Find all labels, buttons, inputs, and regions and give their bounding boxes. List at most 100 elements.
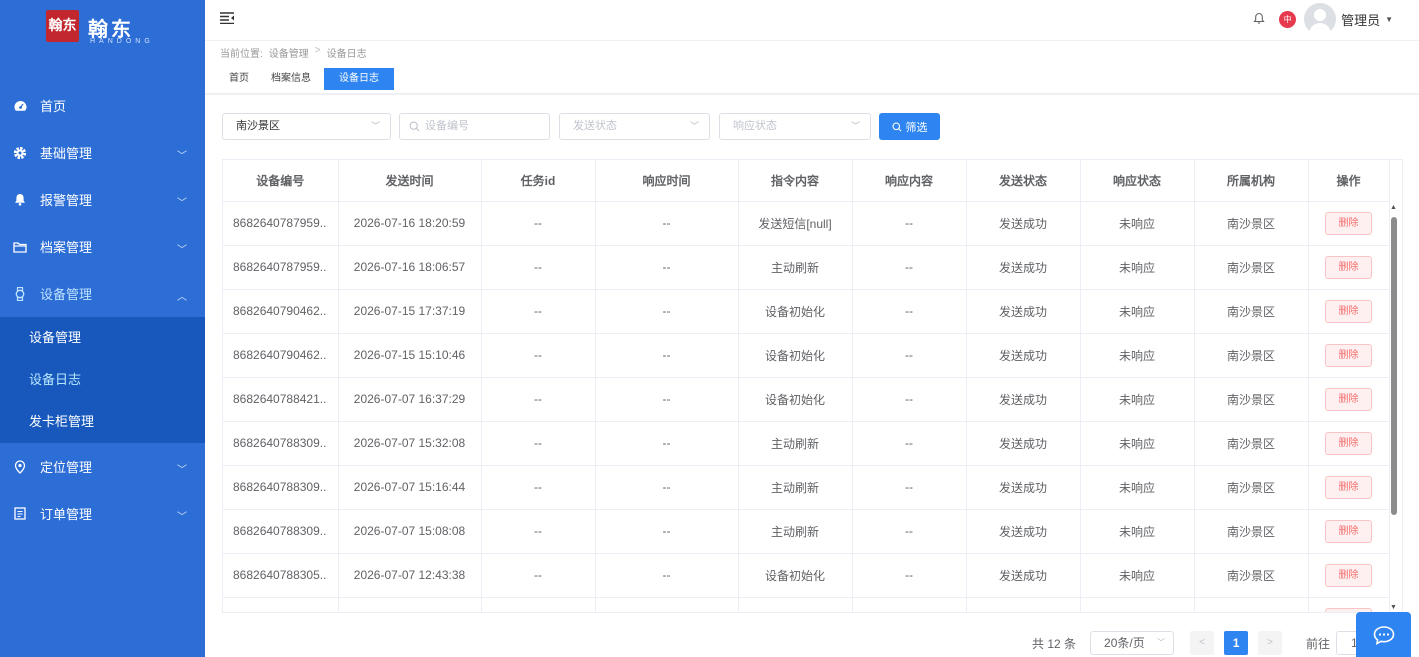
table-cell: -- [595,509,739,554]
brand-logo[interactable]: 翰东 翰东 HANDONG [46,10,156,50]
chat-support-button[interactable] [1356,612,1411,657]
chevron-down-icon: ﹀ [177,465,187,476]
table-cell: 南沙景区 [1194,333,1309,378]
table-cell: 发送成功 [966,509,1081,554]
delete-button[interactable]: 删除 [1325,343,1372,367]
folder-icon [13,240,27,254]
table-cell: -- [595,333,739,378]
column-header: 发送状态 [966,160,1081,202]
notification-bell-icon[interactable] [1253,12,1267,26]
page-number-button[interactable]: 1 [1224,631,1249,655]
delete-button[interactable]: 删除 [1325,211,1372,235]
column-header: 设备编号 [223,160,339,202]
delete-button[interactable]: 删除 [1325,387,1372,411]
sidebar-item-alarm[interactable]: 报警管理 ﹀ [0,176,205,223]
table-cell: 南沙景区 [1194,421,1309,466]
order-icon [13,507,27,521]
scroll-down-icon[interactable]: ▼ [1390,604,1397,611]
response-status-placeholder: 响应状态 [733,120,777,132]
sidebar-subitem-device-log[interactable]: 设备日志 [0,359,205,401]
table-cell: 2026-07-07 16:37:29 [338,377,482,422]
device-id-input[interactable]: 设备编号 [399,113,550,140]
scroll-up-icon[interactable]: ▲ [1390,204,1397,211]
pagination: 共 12 条 20条/页 ﹀ < 1 > 前往 1 [1032,631,1377,655]
send-status-select[interactable]: 发送状态 ﹀ [559,113,710,140]
column-header: 任务id [481,160,596,202]
table-cell: 8682640788421.. [223,377,339,422]
chat-bubble-icon [1373,625,1394,645]
user-name[interactable]: 管理员 [1341,10,1380,29]
sidebar-item-label: 定位管理 [40,460,93,475]
sidebar-item-label: 基础管理 [40,146,93,161]
delete-button[interactable]: 删除 [1325,431,1372,455]
response-status-select[interactable]: 响应状态 ﹀ [719,113,871,140]
caret-down-icon[interactable]: ▼ [1385,15,1393,24]
tab-home[interactable]: 首页 [220,68,258,90]
delete-button[interactable]: 删除 [1325,563,1372,587]
delete-button[interactable]: 删除 [1325,255,1372,279]
sidebar-nav: 首页 基础管理 ﹀ 报警管理 ﹀ 档案管理 ﹀ 设备管理 ︿ 设备管理 设备日志… [0,82,205,537]
avatar[interactable] [1304,3,1337,35]
table-cell: -- [852,553,967,598]
table-row: 8682640788309.. 2026-07-07 15:08:08 -- -- 主动… [223,509,1390,554]
table-cell: 南沙景区 [1194,245,1309,290]
sidebar-item-archive[interactable]: 档案管理 ﹀ [0,223,205,270]
user-area: 中 管理员 ▼ [1253,3,1393,35]
table-cell: 主动刷新 [738,465,853,510]
sidebar-item-basic[interactable]: 基础管理 ﹀ [0,129,205,176]
table-cell-actions: 删除 [1308,333,1390,378]
table-cell: -- [595,201,739,246]
table-scrollbar[interactable]: ▲ ▼ [1388,202,1398,612]
delete-button[interactable]: 删除 [1325,475,1372,499]
sidebar-subitem-card-cabinet[interactable]: 发卡柜管理 [0,401,205,443]
table-cell: -- [481,201,596,246]
menu-fold-icon[interactable] [220,12,236,26]
page-size-value: 20条/页 [1104,636,1145,650]
page-tabs: 首页 档案信息 设备日志 [220,68,394,90]
pagination-total: 共 12 条 [1032,636,1077,651]
chevron-down-icon: ﹀ [177,151,187,162]
next-page-button[interactable]: > [1258,631,1283,655]
scrollbar-thumb[interactable] [1391,217,1397,515]
tab-device-log[interactable]: 设备日志 [324,68,394,90]
column-header: 发送时间 [338,160,482,202]
table-cell: -- [595,377,739,422]
sidebar-item-location[interactable]: 定位管理 ﹀ [0,443,205,490]
table-cell: -- [852,509,967,554]
filter-bar: 南沙景区 ﹀ 设备编号 发送状态 ﹀ 响应状态 ﹀ 筛选 [222,113,940,140]
delete-button[interactable]: 删除 [1325,519,1372,543]
sidebar-item-order[interactable]: 订单管理 ﹀ [0,490,205,537]
search-icon [409,121,420,132]
prev-page-button[interactable]: < [1190,631,1215,655]
language-flag-icon[interactable]: 中 [1279,10,1297,28]
column-header: 响应状态 [1080,160,1195,202]
table-cell: 未响应 [1080,333,1195,378]
filter-button[interactable]: 筛选 [879,113,940,140]
chevron-down-icon: ﹀ [177,512,187,523]
table-cell: 发送成功 [966,465,1081,510]
table-cell: 8682640788309.. [223,465,339,510]
page-size-select[interactable]: 20条/页 ﹀ [1090,631,1175,655]
table-cell: 发送成功 [966,553,1081,598]
table-cell: 发送成功 [966,597,1081,612]
chevron-down-icon: ﹀ [177,245,187,256]
column-header: 响应内容 [852,160,967,202]
sidebar-item-device[interactable]: 设备管理 ︿ [0,270,205,317]
table-cell: -- [481,289,596,334]
table-cell-actions: 删除 [1308,465,1390,510]
table-cell: 8682640790462.. [223,289,339,334]
table-cell: -- [595,465,739,510]
breadcrumb-item[interactable]: 设备管理 [269,45,309,60]
table-cell: -- [481,597,596,612]
table-cell: 未响应 [1080,465,1195,510]
delete-button[interactable]: 删除 [1325,299,1372,323]
table-cell: 2026-07-07 15:32:08 [338,421,482,466]
sidebar-item-home[interactable]: 首页 [0,82,205,129]
table-cell: 未响应 [1080,597,1195,612]
bell-icon [13,193,27,207]
table-cell: 2026-07-15 15:10:46 [338,333,482,378]
tab-archive-info[interactable]: 档案信息 [262,68,320,90]
chevron-down-icon: ﹀ [850,121,860,131]
area-select[interactable]: 南沙景区 ﹀ [222,113,391,140]
sidebar-subitem-device-manage[interactable]: 设备管理 [0,317,205,359]
